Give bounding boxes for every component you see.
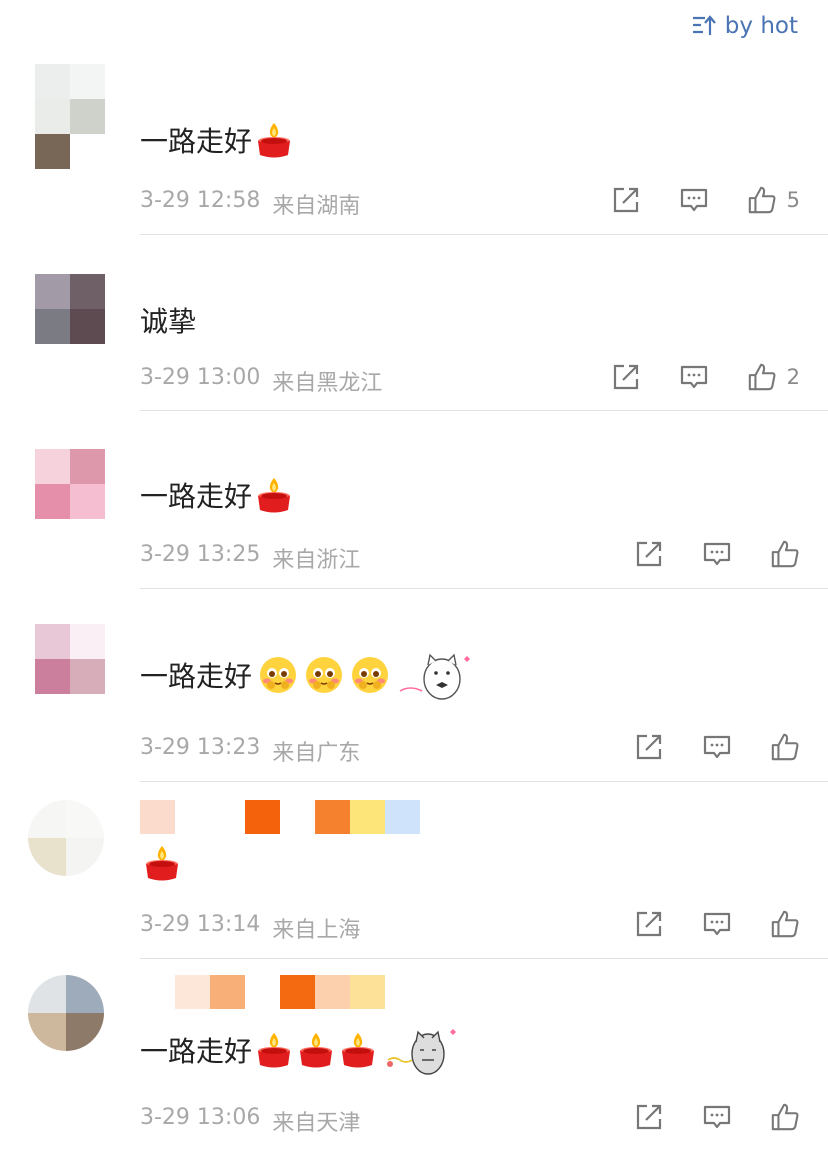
divider xyxy=(140,781,828,782)
thumbs-up-icon xyxy=(770,1102,800,1132)
comment-text: 一路走好 xyxy=(140,1035,253,1068)
comment-icon[interactable] xyxy=(702,1102,732,1132)
comment-text: 诚挚 xyxy=(140,305,197,338)
cat-sticker xyxy=(396,645,476,705)
comment-icon[interactable] xyxy=(702,539,732,569)
comment-text: 一路走好 xyxy=(140,480,253,513)
share-icon[interactable] xyxy=(611,362,641,392)
comment-time: 3-29 13:06 xyxy=(140,1105,261,1130)
thumbs-up-icon xyxy=(770,539,800,569)
avatar[interactable] xyxy=(28,800,104,876)
comment-time: 3-29 13:23 xyxy=(140,735,261,760)
comment-icon[interactable] xyxy=(679,185,709,215)
like-button[interactable]: 5 xyxy=(747,185,800,215)
sort-by-hot-button[interactable]: by hot xyxy=(691,10,798,42)
comment-time: 3-29 12:58 xyxy=(140,188,261,213)
share-icon[interactable] xyxy=(634,1102,664,1132)
divider xyxy=(140,410,828,411)
avatar[interactable] xyxy=(28,975,104,1051)
comment-time: 3-29 13:14 xyxy=(140,912,261,937)
avatar[interactable] xyxy=(35,449,105,519)
candle-emoji xyxy=(142,843,182,883)
like-button[interactable] xyxy=(770,732,800,762)
candle-emoji xyxy=(338,1030,378,1070)
comment-location: 来自上海 xyxy=(272,918,361,943)
candle-emoji xyxy=(254,120,294,160)
divider xyxy=(140,588,828,589)
share-icon[interactable] xyxy=(634,732,664,762)
candle-emoji xyxy=(254,1030,294,1070)
thumbs-up-icon xyxy=(770,909,800,939)
comment-time: 3-29 13:00 xyxy=(140,365,261,390)
blush-emoji xyxy=(350,655,390,695)
share-icon[interactable] xyxy=(634,539,664,569)
comment-location: 来自湖南 xyxy=(272,194,361,219)
comment-location: 来自天津 xyxy=(272,1111,361,1136)
comment-time: 3-29 13:25 xyxy=(140,542,261,567)
comment-icon[interactable] xyxy=(702,732,732,762)
sort-label: by hot xyxy=(724,13,798,39)
thumbs-up-icon xyxy=(770,732,800,762)
like-button[interactable] xyxy=(770,1102,800,1132)
divider xyxy=(140,234,828,235)
avatar[interactable] xyxy=(35,64,105,169)
comment-text: 一路走好 xyxy=(140,660,253,693)
sort-icon xyxy=(692,15,716,35)
comment-text: 一路走好 xyxy=(140,125,253,158)
blush-emoji xyxy=(304,655,344,695)
candle-emoji xyxy=(254,475,294,515)
like-button[interactable]: 2 xyxy=(747,362,800,392)
username-blurred[interactable] xyxy=(140,975,385,1009)
share-icon[interactable] xyxy=(634,909,664,939)
thumbs-up-icon xyxy=(747,362,777,392)
avatar[interactable] xyxy=(35,624,105,694)
like-count: 5 xyxy=(786,188,800,212)
comment-location: 来自广东 xyxy=(272,741,361,766)
comment-icon[interactable] xyxy=(679,362,709,392)
cat-sticker xyxy=(384,1020,464,1080)
like-button[interactable] xyxy=(770,539,800,569)
candle-emoji xyxy=(296,1030,336,1070)
share-icon[interactable] xyxy=(611,185,641,215)
like-button[interactable] xyxy=(770,909,800,939)
comment-icon[interactable] xyxy=(702,909,732,939)
blush-emoji xyxy=(258,655,298,695)
like-count: 2 xyxy=(786,365,800,389)
avatar[interactable] xyxy=(35,274,105,344)
comment-location: 来自黑龙江 xyxy=(272,371,383,396)
thumbs-up-icon xyxy=(747,185,777,215)
comment-location: 来自浙江 xyxy=(272,548,361,573)
username-blurred[interactable] xyxy=(140,800,420,834)
divider xyxy=(140,958,828,959)
